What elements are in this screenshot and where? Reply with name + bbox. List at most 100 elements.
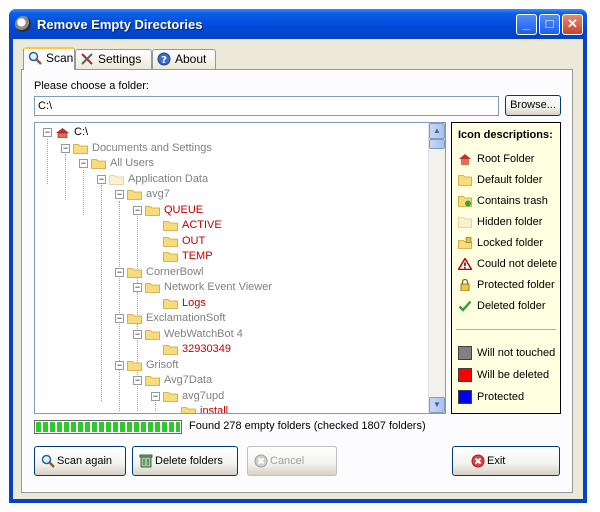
scroll-down-arrow-icon[interactable]: ▼: [429, 397, 445, 413]
scan-progress-bar: [34, 420, 182, 434]
tab-about[interactable]: ? About: [152, 49, 216, 69]
delete-folders-label: Delete folders: [155, 455, 223, 467]
folder-icon: [127, 267, 142, 278]
tab-settings[interactable]: Settings: [75, 49, 152, 69]
tree-node-label: Documents and Settings: [92, 141, 212, 154]
color-swatch: [458, 346, 472, 360]
tree-guide-line: [65, 154, 66, 200]
folder-icon: [127, 313, 142, 324]
tab-scan-label: Scan: [46, 51, 74, 65]
legend-color-label: Will be deleted: [477, 369, 550, 381]
folder-icon: [127, 360, 142, 371]
tree-node-label: Avg7Data: [164, 374, 213, 386]
tree-guide-line: [155, 402, 156, 411]
tree-node-label: QUEUE: [164, 203, 204, 216]
magnifier-icon: [41, 454, 55, 468]
tree-collapse-toggle[interactable]: −: [133, 329, 142, 339]
tree-collapse-toggle[interactable]: −: [133, 205, 142, 215]
legend-color-label: Protected: [477, 391, 525, 403]
tree-node-label: Grisoft: [146, 358, 179, 371]
tree-node-label: All Users: [110, 157, 155, 169]
folder-icon: [145, 329, 160, 340]
svg-text:?: ?: [161, 55, 167, 66]
folder-icon: [73, 143, 88, 154]
folder-path-input[interactable]: [34, 96, 499, 116]
cancel-icon: [254, 454, 268, 468]
tree-node-label: CornerBowl: [146, 265, 204, 278]
tree-guide-line: [83, 169, 84, 215]
cancel-button[interactable]: Cancel: [247, 446, 337, 476]
trash-bin-icon: [139, 454, 153, 468]
legend-item-label: Root Folder: [477, 153, 535, 165]
scroll-up-arrow-icon[interactable]: ▲: [429, 123, 445, 139]
folder-icon: [163, 298, 178, 309]
progress-fill: [36, 422, 180, 432]
close-button[interactable]: ✕: [562, 14, 583, 35]
tab-scan[interactable]: Scan: [23, 47, 75, 70]
icon-legend: Icon descriptions: Root Folder Default fo…: [451, 122, 561, 414]
tree-node-label: avg7upd: [182, 389, 225, 402]
minimize-button[interactable]: _: [516, 14, 537, 35]
app-window: Remove Empty Directories _ □ ✕ Scan Sett…: [9, 9, 587, 503]
folder-icon: [163, 344, 178, 355]
tree-scrollbar[interactable]: ▲ ▼: [428, 123, 445, 413]
scan-again-button[interactable]: Scan again: [34, 446, 126, 476]
tree-node-label: install: [200, 405, 229, 414]
tree-collapse-toggle[interactable]: −: [133, 376, 142, 385]
scan-panel: Please choose a folder: Browse... ▲ ▼ −C…: [21, 69, 573, 493]
exit-button[interactable]: Exit: [452, 446, 560, 476]
tree-collapse-toggle[interactable]: −: [115, 267, 124, 277]
legend-item-label: Deleted folder: [477, 300, 546, 312]
folder-icon: [145, 375, 160, 386]
tree-collapse-toggle[interactable]: −: [97, 174, 106, 184]
color-swatch: [458, 390, 472, 404]
tree-collapse-toggle[interactable]: −: [115, 314, 124, 323]
legend-color-label: Will not touched: [477, 347, 556, 359]
folder-label: Please choose a folder:: [34, 80, 149, 92]
legend-title: Icon descriptions:: [458, 129, 553, 141]
tree-node-label: 32930349: [182, 343, 231, 355]
exit-icon: [471, 454, 485, 468]
app-icon: [15, 16, 31, 32]
help-icon: ?: [157, 52, 171, 66]
tree-collapse-toggle[interactable]: −: [79, 159, 88, 168]
tab-settings-label: Settings: [98, 52, 142, 66]
folder-icon: [91, 158, 106, 169]
legend-item-label: Locked folder: [477, 237, 544, 249]
folder-tree[interactable]: ▲ ▼ − C:\ − Documents and Settings − All User…: [34, 122, 446, 414]
browse-button[interactable]: Browse...: [505, 95, 561, 116]
delete-folders-button[interactable]: Delete folders: [132, 446, 238, 476]
tree-collapse-toggle[interactable]: −: [133, 283, 142, 292]
legend-item-label: Protected folder: [477, 279, 555, 291]
root-folder-icon: [55, 127, 70, 139]
legend-item-label: Contains trash: [477, 195, 548, 207]
tree-collapse-toggle[interactable]: −: [151, 391, 160, 401]
tree-guide-line: [47, 138, 48, 184]
tree-collapse-toggle[interactable]: −: [115, 360, 124, 370]
legend-item-label: Default folder: [477, 174, 543, 186]
locked-folder-icon: [458, 237, 472, 249]
folder-icon: [181, 406, 196, 413]
tree-collapse-toggle[interactable]: −: [61, 143, 70, 153]
legend-item-label: Could not delete: [477, 258, 558, 270]
tree-collapse-toggle[interactable]: −: [43, 128, 52, 137]
folder-icon: [127, 189, 142, 200]
tree-node-label: avg7: [146, 188, 170, 200]
folder-icon: [163, 391, 178, 402]
title-bar[interactable]: Remove Empty Directories _ □ ✕: [9, 9, 587, 39]
exit-label: Exit: [487, 455, 506, 467]
scan-again-label: Scan again: [57, 455, 113, 467]
default-folder-icon: [458, 174, 472, 186]
tree-node-label: ACTIVE: [182, 219, 222, 231]
legend-divider: [456, 329, 556, 330]
magnifier-icon: [28, 51, 42, 65]
lock-icon: [458, 278, 472, 292]
cancel-label: Cancel: [270, 455, 305, 467]
tree-node-label: Application Data: [128, 172, 209, 185]
folder-icon: [145, 282, 160, 293]
scroll-thumb[interactable]: [429, 139, 445, 149]
tree-collapse-toggle[interactable]: −: [115, 190, 124, 199]
tree-node-label: Network Event Viewer: [164, 281, 273, 293]
checkmark-icon: [458, 300, 472, 312]
maximize-button[interactable]: □: [539, 14, 560, 35]
